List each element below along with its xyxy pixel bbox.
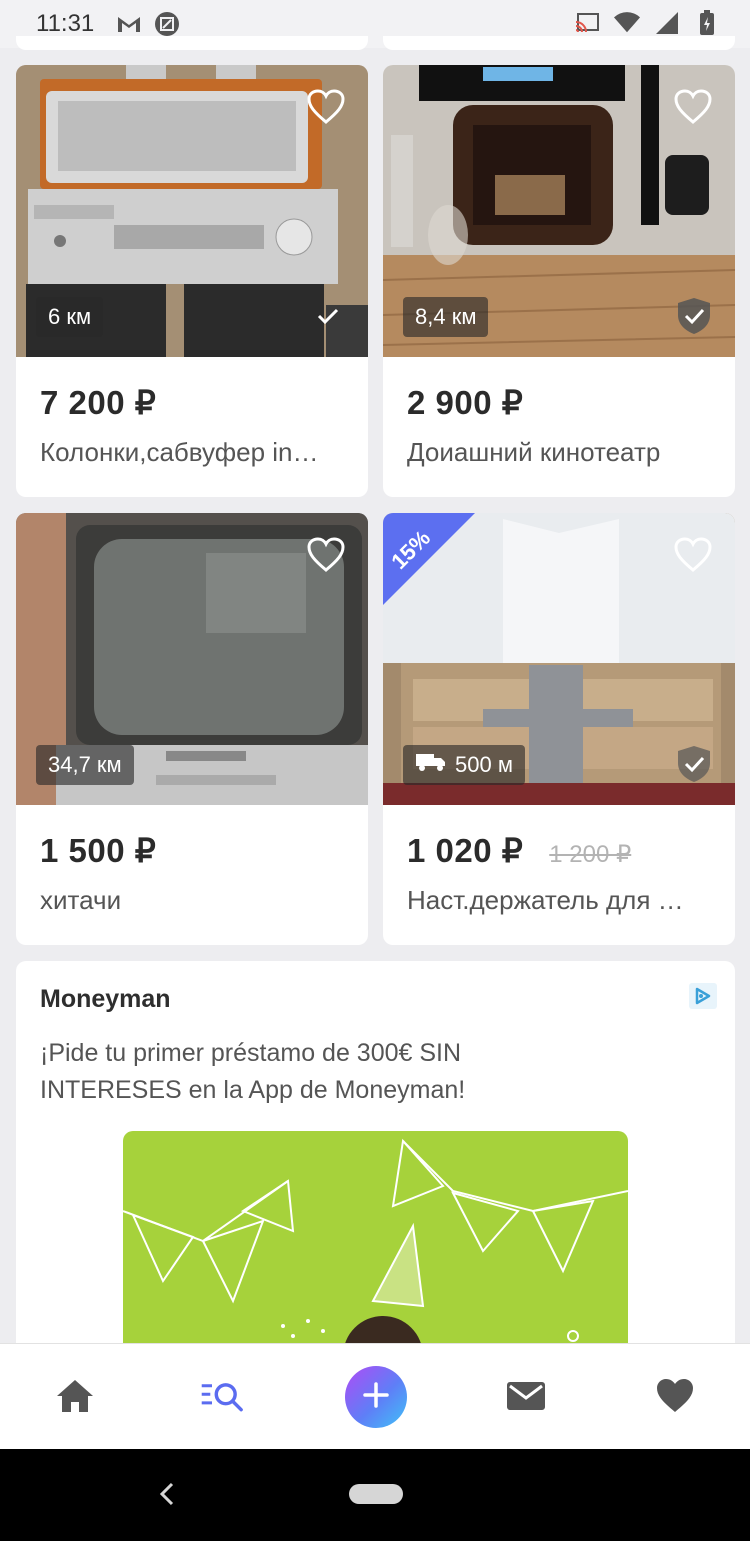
favorite-heart-icon[interactable] [306, 537, 346, 573]
cast-icon [574, 10, 600, 36]
ad-advertiser[interactable]: Moneyman [40, 985, 171, 1014]
home-pill-button[interactable] [349, 1484, 403, 1504]
distance-badge: 34,7 км [36, 745, 134, 785]
add-button[interactable] [345, 1366, 407, 1428]
messages-icon[interactable] [502, 1372, 550, 1420]
ad-text[interactable]: ¡Pide tu primer préstamo de 300€ SIN INT… [40, 1035, 580, 1109]
ad-card[interactable]: Moneyman ¡Pide tu primer préstamo de 300… [16, 961, 735, 1381]
listing-price: 2 900 ₽ [407, 384, 524, 421]
listing-card[interactable]: 8,4 км 2 900 ₽ Доиашний кинотеатр [383, 65, 735, 497]
delivery-truck-icon [415, 751, 447, 779]
home-icon[interactable] [51, 1372, 99, 1420]
distance-text: 500 м [455, 752, 513, 777]
listing-price: 1 500 ₽ [40, 832, 157, 869]
listing-card[interactable]: 15% 500 м 1 020 ₽ 1 200 ₽ Наст.держатель… [383, 513, 735, 945]
gmail-icon [116, 11, 142, 37]
bottom-navigation [0, 1343, 750, 1450]
favorite-heart-icon[interactable] [306, 89, 346, 125]
favorites-icon[interactable] [651, 1372, 699, 1420]
previous-card-edge [16, 36, 368, 50]
listing-card[interactable]: 6 км 7 200 ₽ Колонки,сабвуфер in… [16, 65, 368, 497]
signal-icon [654, 10, 680, 36]
distance-text: 6 км [48, 304, 92, 329]
screenshot-icon [154, 11, 180, 37]
listing-title: Колонки,сабвуфер in… [40, 437, 319, 467]
distance-badge: 6 км [36, 297, 104, 337]
previous-card-edge [383, 36, 735, 50]
distance-text: 34,7 км [48, 752, 122, 777]
listing-photo[interactable]: 6 км [16, 65, 368, 357]
verified-check-icon [310, 297, 344, 335]
distance-badge: 8,4 км [403, 297, 489, 337]
adchoices-icon[interactable] [689, 983, 717, 1009]
search-list-icon[interactable] [200, 1372, 248, 1420]
listing-title: Доиашний кинотеатр [407, 437, 661, 467]
wifi-icon [614, 10, 640, 36]
verified-shield-icon [677, 745, 711, 783]
distance-badge: 500 м [403, 745, 525, 785]
listing-title: хитачи [40, 885, 122, 915]
add-icon [362, 1381, 390, 1414]
battery-charging-icon [694, 10, 720, 36]
listing-old-price: 1 200 ₽ [549, 841, 632, 868]
distance-text: 8,4 км [415, 304, 477, 329]
status-time: 11:31 [36, 10, 95, 37]
listing-title: Наст.держатель для … [407, 885, 684, 915]
listing-photo[interactable]: 34,7 км [16, 513, 368, 805]
favorite-heart-icon[interactable] [673, 89, 713, 125]
listing-price: 7 200 ₽ [40, 384, 157, 421]
listing-card[interactable]: 34,7 км 1 500 ₽ хитачи [16, 513, 368, 945]
favorite-heart-icon[interactable] [673, 537, 713, 573]
verified-shield-icon [677, 297, 711, 335]
listing-photo[interactable]: 15% 500 м [383, 513, 735, 805]
back-icon[interactable] [158, 1481, 176, 1512]
listing-price: 1 020 ₽ [407, 832, 524, 869]
listing-photo[interactable]: 8,4 км [383, 65, 735, 357]
system-navigation-bar [0, 1449, 750, 1541]
